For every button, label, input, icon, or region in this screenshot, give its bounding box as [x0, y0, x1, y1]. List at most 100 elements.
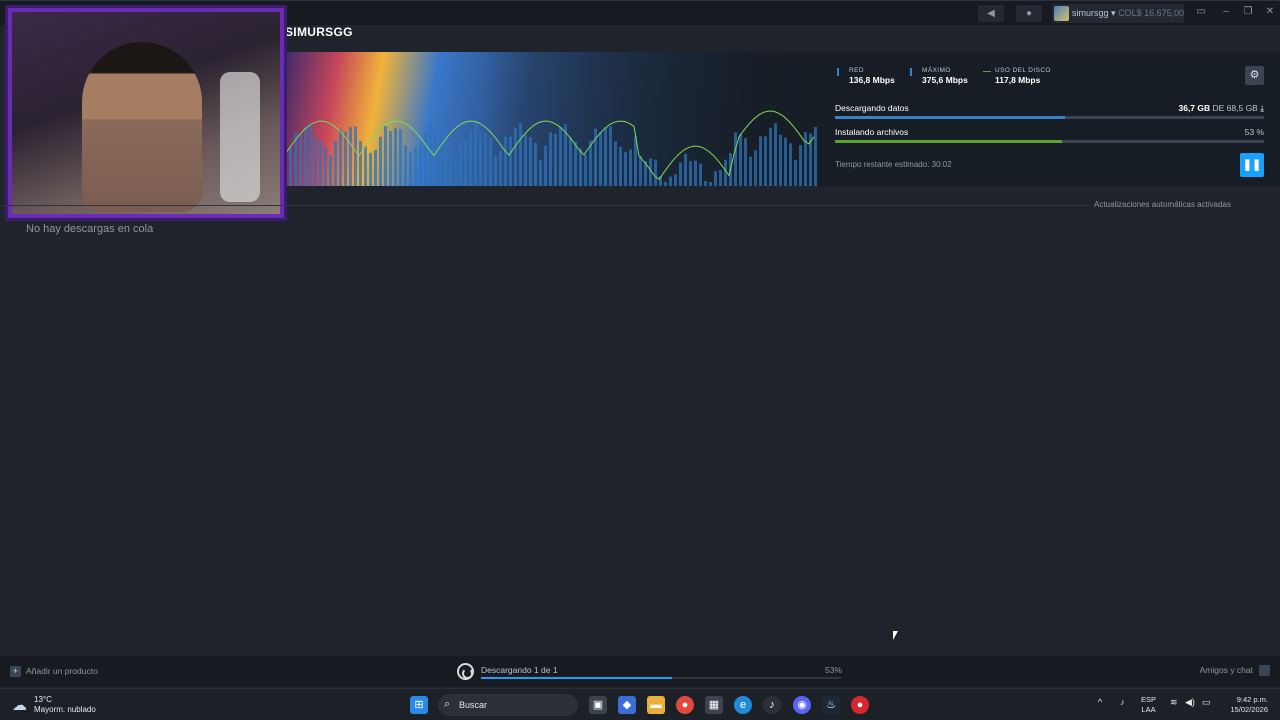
clock-time: 9:42 p.m.	[1236, 695, 1268, 704]
bandwidth-bar	[339, 128, 342, 186]
account-name: simursgg	[1072, 8, 1109, 18]
volume-icon[interactable]: ◀)	[1185, 697, 1195, 708]
account-text: simursgg ▾ COL$ 16.675,00	[1072, 8, 1184, 19]
bandwidth-bar	[344, 132, 347, 186]
weather-temp: 13°C	[34, 695, 52, 704]
bandwidth-bars	[284, 123, 817, 186]
bandwidth-bar	[474, 123, 477, 186]
minimize-icon[interactable]: –	[1218, 6, 1234, 17]
bandwidth-bar	[419, 144, 422, 186]
installing-progress: Instalando archivos 53 %	[835, 127, 1264, 143]
bandwidth-bar	[379, 136, 382, 186]
bandwidth-bar	[739, 133, 742, 186]
bandwidth-bar	[689, 161, 692, 186]
file-explorer-icon[interactable]: ▬	[647, 696, 665, 714]
chevron-up-icon[interactable]: ^	[1098, 697, 1102, 707]
bandwidth-bar	[354, 126, 357, 186]
battery-icon[interactable]: ▭	[1202, 697, 1211, 708]
network-bar-icon	[837, 68, 845, 76]
weather-widget[interactable]: 13°C Mayorm. nublado	[34, 695, 96, 715]
big-picture-icon[interactable]: ▭	[1193, 6, 1209, 17]
bandwidth-bar	[384, 126, 387, 186]
spotify-icon[interactable]: ♪	[763, 696, 781, 714]
wifi-icon[interactable]: ≋	[1170, 697, 1178, 708]
download-percent: 53%	[825, 665, 843, 675]
chat-icon	[1259, 665, 1270, 677]
download-status[interactable]: Descargando 1 de 1	[481, 665, 558, 675]
bandwidth-bar	[664, 182, 667, 186]
bandwidth-bar	[424, 132, 427, 186]
bandwidth-bar	[549, 132, 552, 186]
bandwidth-bar	[569, 137, 572, 186]
webcam-chair	[220, 72, 260, 202]
search-label: Buscar	[459, 700, 488, 710]
bandwidth-bar	[544, 145, 547, 186]
installing-bar	[835, 140, 1264, 143]
copilot-icon[interactable]: ◆	[618, 696, 636, 714]
installing-percent: 53 %	[1244, 127, 1264, 137]
chrome-icon[interactable]: ●	[676, 696, 694, 714]
search-box[interactable]: ⌕ Buscar	[438, 694, 578, 716]
plus-icon: +	[10, 666, 21, 677]
bandwidth-bar	[504, 136, 507, 186]
stat-disk: USO DEL DISCO 117,8 Mbps	[983, 67, 1075, 85]
bandwidth-bar	[574, 141, 577, 186]
bandwidth-bar	[804, 131, 807, 186]
pause-button[interactable]: ❚❚	[1240, 153, 1264, 177]
bandwidth-graph	[284, 110, 817, 186]
bandwidth-bar	[679, 162, 682, 186]
bandwidth-bar	[299, 134, 302, 186]
downloaded-amount: 36,7 GB	[1178, 103, 1211, 113]
installing-bar-fill	[835, 140, 1063, 143]
clock[interactable]: 9:42 p.m. 15/02/2026	[1222, 695, 1268, 715]
close-icon[interactable]: ✕	[1262, 6, 1278, 17]
steam-icon[interactable]: ♨	[822, 696, 840, 714]
bandwidth-bar	[724, 159, 727, 186]
webcam-overlay	[8, 8, 284, 218]
obs-icon[interactable]: ●	[851, 696, 869, 714]
bandwidth-bar	[669, 176, 672, 186]
bandwidth-bar	[289, 146, 292, 186]
windows-start-icon[interactable]: ⊞	[410, 696, 428, 714]
bandwidth-bar	[524, 134, 527, 186]
bandwidth-bar	[624, 152, 627, 186]
task-view-icon[interactable]: ▣	[589, 696, 607, 714]
account-menu[interactable]: simursgg ▾ COL$ 16.675,00	[1052, 4, 1184, 23]
language-indicator[interactable]: ESP LAA	[1141, 695, 1156, 715]
stat-label: USO DEL DISCO	[995, 67, 1051, 74]
peak-bar-icon	[910, 68, 918, 76]
bandwidth-bar	[559, 127, 562, 186]
bandwidth-bar	[714, 171, 717, 186]
discord-icon[interactable]: ◉	[793, 696, 811, 714]
add-product-label: Añadir un producto	[26, 666, 98, 676]
gear-icon[interactable]: ⚙	[1245, 66, 1264, 85]
broadcast-icon[interactable]: ◀	[978, 5, 1004, 22]
bandwidth-bar	[319, 141, 322, 186]
bandwidth-bar	[389, 131, 392, 186]
bandwidth-bar	[514, 127, 517, 186]
microphone-icon[interactable]: ♪	[1120, 697, 1125, 707]
overwatch-game-icon[interactable]	[457, 663, 474, 680]
bandwidth-bar	[464, 140, 467, 186]
bandwidth-bar	[614, 141, 617, 186]
edge-icon[interactable]: e	[734, 696, 752, 714]
store-icon[interactable]: ▦	[705, 696, 723, 714]
bandwidth-bar	[414, 147, 417, 186]
bandwidth-bar	[494, 155, 497, 186]
notifications-bell-icon[interactable]: ●	[1016, 5, 1042, 22]
bandwidth-bar	[499, 150, 502, 186]
cloud-icon[interactable]: ☁	[12, 696, 27, 714]
bandwidth-bar	[709, 182, 712, 186]
bandwidth-bar	[454, 156, 457, 186]
friends-chat-button[interactable]: Amigos y chat	[1200, 665, 1270, 677]
add-product-button[interactable]: + Añadir un producto	[10, 666, 98, 677]
bandwidth-bar	[434, 131, 437, 186]
bandwidth-bar	[409, 151, 412, 186]
bandwidth-bar	[749, 156, 752, 186]
download-icon: ⤓	[1260, 103, 1264, 113]
bandwidth-bar	[314, 137, 317, 186]
bandwidth-bar	[694, 160, 697, 186]
maximize-icon[interactable]: ❐	[1240, 6, 1256, 17]
bandwidth-bar	[744, 138, 747, 186]
lang-bottom: LAA	[1141, 705, 1156, 714]
